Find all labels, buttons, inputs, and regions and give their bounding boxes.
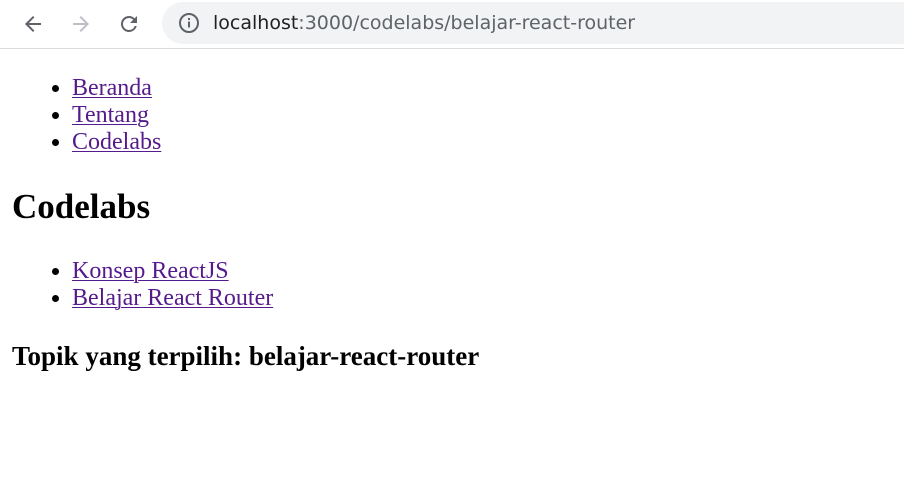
topic-item-konsep-reactjs: Konsep ReactJS <box>72 258 273 285</box>
selected-topic-heading: Topik yang terpilih: belajar-react-route… <box>12 341 480 371</box>
nav-item-codelabs: Codelabs <box>72 129 161 156</box>
browser-toolbar: localhost:3000/codelabs/belajar-react-ro… <box>0 0 904 49</box>
url-path: :3000/codelabs/belajar-react-router <box>298 12 636 34</box>
back-button[interactable] <box>17 8 49 40</box>
back-arrow-icon <box>25 16 41 32</box>
info-icon[interactable] <box>178 12 200 34</box>
nav-item-beranda: Beranda <box>72 75 161 102</box>
nav-link-tentang[interactable]: Tentang <box>72 102 149 128</box>
address-bar[interactable]: localhost:3000/codelabs/belajar-react-ro… <box>162 2 904 44</box>
nav-link-codelabs[interactable]: Codelabs <box>72 129 161 155</box>
reload-icon <box>121 15 137 32</box>
nav-item-tentang: Tentang <box>72 102 161 129</box>
reload-button[interactable] <box>113 8 145 40</box>
topic-item-belajar-react-router: Belajar React Router <box>72 285 273 312</box>
topic-list: Konsep ReactJS Belajar React Router <box>0 258 273 312</box>
nav-link-beranda[interactable]: Beranda <box>72 75 152 101</box>
url-text[interactable]: localhost:3000/codelabs/belajar-react-ro… <box>213 12 635 34</box>
forward-button[interactable] <box>65 8 97 40</box>
topic-link-belajar-react-router[interactable]: Belajar React Router <box>72 285 273 311</box>
topic-link-konsep-reactjs[interactable]: Konsep ReactJS <box>72 258 229 284</box>
forward-arrow-icon <box>73 16 89 32</box>
main-nav: Beranda Tentang Codelabs <box>0 75 161 156</box>
url-host: localhost <box>213 12 299 34</box>
page-title: Codelabs <box>12 187 151 226</box>
page-content: Beranda Tentang Codelabs Codelabs Konsep… <box>0 49 904 504</box>
